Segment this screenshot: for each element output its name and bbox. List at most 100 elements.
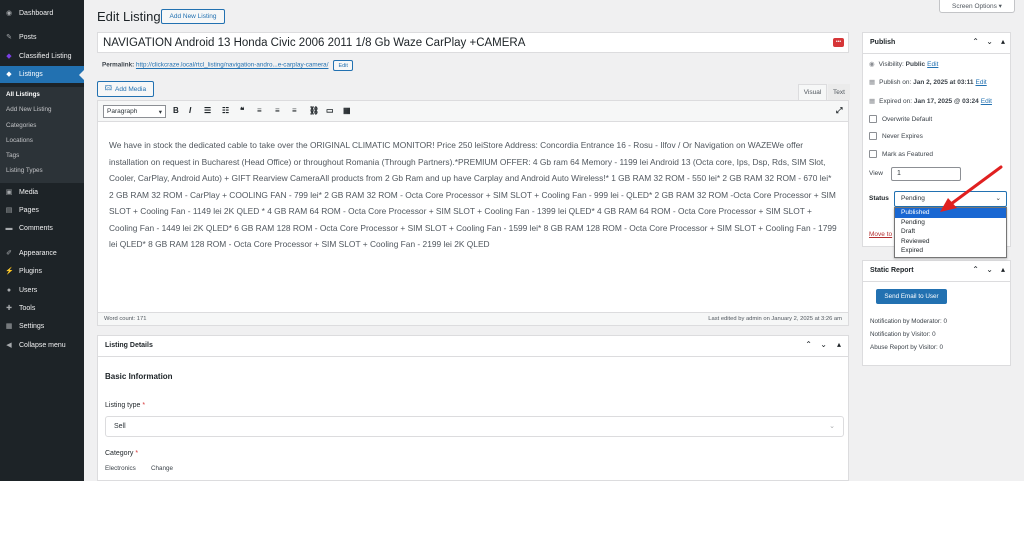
chevron-down-icon: ⌄ <box>829 423 835 430</box>
visibility-edit-link[interactable]: Edit <box>927 61 938 68</box>
moderator-notifications: Notification by Moderator: 0 <box>870 318 947 325</box>
menu-settings[interactable]: ▦ Settings <box>0 318 84 335</box>
status-select[interactable]: Pending ⌄ <box>894 191 1007 207</box>
menu-listings[interactable]: ◆ Listings <box>0 66 84 83</box>
screen-options-button[interactable]: Screen Options ▾ <box>939 0 1015 13</box>
blockquote-icon[interactable]: ❝ <box>240 106 244 115</box>
submenu-categories[interactable]: Categories <box>6 122 36 129</box>
overwrite-default-checkbox[interactable] <box>869 115 877 123</box>
menu-tools[interactable]: ✚ Tools <box>0 300 84 317</box>
format-select[interactable]: Paragraph ▾ <box>103 105 166 118</box>
listings-icon: ◆ <box>6 70 12 78</box>
fullscreen-icon[interactable]: ⤢ <box>836 106 842 116</box>
chevron-down-icon[interactable]: ⌄ <box>986 265 993 274</box>
section-title: Basic Information <box>105 372 173 381</box>
never-expires-row[interactable]: Never Expires <box>869 132 923 140</box>
calendar-icon: ▦ <box>869 79 876 86</box>
category-change-link[interactable]: Change <box>151 465 173 472</box>
menu-dashboard[interactable]: ◉ Dashboard <box>0 5 84 22</box>
submenu-tags[interactable]: Tags <box>6 152 19 159</box>
post-title-input[interactable]: NAVIGATION Android 13 Honda Civic 2006 2… <box>97 32 849 53</box>
plugins-icon: ⚡ <box>5 267 14 275</box>
align-right-icon[interactable]: ≡ <box>292 106 297 115</box>
menu-comments[interactable]: ▬ Comments <box>0 220 84 237</box>
editor-toolbar: Paragraph ▾ B I ☰ ☷ ❝ ≡ ≡ ≡ ⛓ ▭ ▦ ⤢ <box>98 101 848 122</box>
chevron-up-icon[interactable]: ⌃ <box>805 340 812 349</box>
status-option-expired[interactable]: Expired <box>895 246 1006 256</box>
admin-sidebar: ◉ Dashboard ✎ Posts ◆ Classified Listing ◆ L… <box>0 0 84 481</box>
listing-details-box: Listing Details ⌃ ⌄ ▴ Basic Information … <box>97 335 849 481</box>
numbered-list-icon[interactable]: ☷ <box>222 106 229 115</box>
dashboard-icon: ◉ <box>5 9 13 17</box>
publish-date-edit-link[interactable]: Edit <box>976 79 987 86</box>
status-option-draft[interactable]: Draft <box>895 227 1006 237</box>
add-new-listing-button[interactable]: Add New Listing <box>161 9 225 24</box>
link-icon[interactable]: ⛓ <box>309 106 319 115</box>
password-manager-icon[interactable]: ••• <box>833 38 844 47</box>
status-option-pending[interactable]: Pending <box>895 218 1006 228</box>
bold-icon[interactable]: B <box>173 106 179 115</box>
status-option-reviewed[interactable]: Reviewed <box>895 237 1006 247</box>
italic-icon[interactable]: I <box>189 106 191 115</box>
toggle-caret-icon[interactable]: ▴ <box>1001 265 1005 274</box>
menu-classified-listing[interactable]: ◆ Classified Listing <box>0 48 84 65</box>
add-media-button[interactable]: 🖾 Add Media <box>97 81 154 97</box>
menu-appearance[interactable]: ✐ Appearance <box>0 245 84 262</box>
category-value: Electronics <box>105 465 136 472</box>
permalink: Permalink: http://clickcraze.local/rtcl_… <box>102 60 354 71</box>
editor-content[interactable]: We have in stock the dedicated cable to … <box>109 137 837 253</box>
chevron-up-icon[interactable]: ⌃ <box>972 37 979 46</box>
status-dropdown[interactable]: Published Pending Draft Reviewed Expired <box>894 207 1007 258</box>
align-center-icon[interactable]: ≡ <box>275 106 280 115</box>
classified-icon: ◆ <box>6 52 12 60</box>
appearance-icon: ✐ <box>6 249 12 257</box>
mark-featured-checkbox[interactable] <box>869 150 877 158</box>
toggle-caret-icon[interactable]: ▴ <box>1001 37 1005 46</box>
category-label: Category * <box>105 450 139 457</box>
editor: Paragraph ▾ B I ☰ ☷ ❝ ≡ ≡ ≡ ⛓ ▭ ▦ ⤢ We ha… <box>97 100 849 326</box>
submenu-all-listings[interactable]: All Listings <box>6 91 40 98</box>
menu-users[interactable]: ● Users <box>0 282 84 299</box>
never-expires-checkbox[interactable] <box>869 132 877 140</box>
status-option-published[interactable]: Published <box>895 208 1006 218</box>
submenu-locations[interactable]: Locations <box>6 137 33 144</box>
media-icon: ▣ <box>5 188 13 196</box>
chevron-down-icon[interactable]: ⌄ <box>820 340 827 349</box>
submenu-add-new-listing[interactable]: Add New Listing <box>6 106 52 113</box>
menu-media[interactable]: ▣ Media <box>0 184 84 201</box>
view-input[interactable]: 1 <box>891 167 961 181</box>
bullet-list-icon[interactable]: ☰ <box>204 106 211 115</box>
menu-plugins[interactable]: ⚡ Plugins <box>0 263 84 280</box>
permalink-edit-button[interactable]: Edit <box>333 60 354 71</box>
permalink-url[interactable]: http://clickcraze.local/rtcl_listing/nav… <box>136 62 329 69</box>
toolbar-toggle-icon[interactable]: ▦ <box>343 106 351 115</box>
calendar-icon: ▦ <box>869 98 876 105</box>
expired-date-edit-link[interactable]: Edit <box>981 98 992 105</box>
view-label: View <box>869 170 883 177</box>
chevron-up-icon[interactable]: ⌃ <box>972 265 979 274</box>
wp-admin-screen: ◉ Dashboard ✎ Posts ◆ Classified Listing ◆ L… <box>0 0 1024 481</box>
menu-collapse[interactable]: ◀ Collapse menu <box>0 337 84 354</box>
status-label: Status <box>869 195 889 202</box>
read-more-icon[interactable]: ▭ <box>326 106 334 115</box>
move-to-trash-link[interactable]: Move to <box>869 231 892 238</box>
menu-pages[interactable]: ▤ Pages <box>0 202 84 219</box>
listing-type-select[interactable]: Sell ⌄ <box>105 416 844 437</box>
align-left-icon[interactable]: ≡ <box>257 106 262 115</box>
overwrite-default-row[interactable]: Overwrite Default <box>869 115 932 123</box>
pin-icon: ✎ <box>6 33 12 41</box>
editor-status-bar: Word count: 171 Last edited by admin on … <box>98 312 848 325</box>
expired-date-row: ▦ Expired on: Jan 17, 2025 @ 03:24 Edit <box>869 97 992 106</box>
chevron-down-icon: ⌄ <box>995 195 1001 202</box>
tab-text[interactable]: Text <box>828 84 850 100</box>
chevron-down-icon[interactable]: ⌄ <box>986 37 993 46</box>
listings-submenu: All Listings Add New Listing Categories … <box>0 87 84 183</box>
listing-details-header[interactable]: Listing Details <box>98 336 848 357</box>
send-email-button[interactable]: Send Email to User <box>876 289 947 304</box>
tab-visual[interactable]: Visual <box>798 84 827 100</box>
mark-featured-row[interactable]: Mark as Featured <box>869 150 933 158</box>
toggle-caret-icon[interactable]: ▴ <box>837 340 841 349</box>
menu-posts[interactable]: ✎ Posts <box>0 29 84 46</box>
submenu-listing-types[interactable]: Listing Types <box>6 167 43 174</box>
chevron-down-icon: ▾ <box>158 109 162 116</box>
